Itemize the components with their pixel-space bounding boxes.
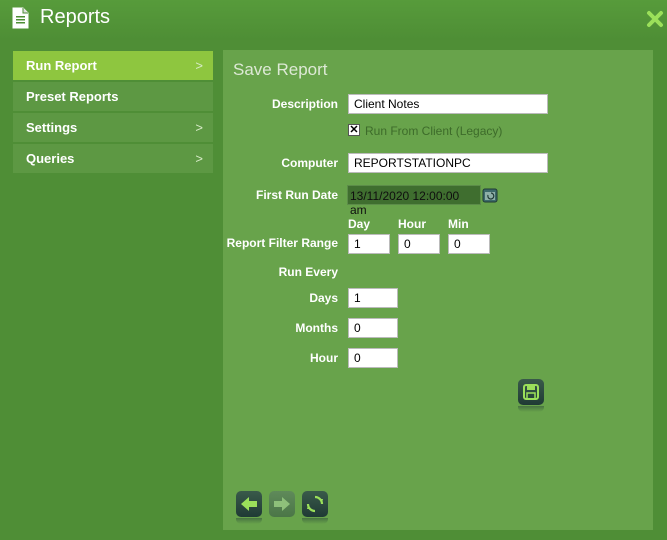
run-every-hour-label: Hour <box>310 351 338 365</box>
document-icon <box>12 7 29 29</box>
run-every-label: Run Every <box>278 265 338 279</box>
description-label: Description <box>271 97 338 111</box>
save-report-panel: Save Report Description Client Notes ✕ R… <box>223 50 653 530</box>
sidebar-item-label: Settings <box>26 120 78 135</box>
run-every-hour-input[interactable]: 0 <box>348 348 398 368</box>
description-input[interactable]: Client Notes <box>348 94 548 114</box>
computer-label: Computer <box>281 156 338 170</box>
close-icon[interactable] <box>646 10 664 28</box>
computer-input[interactable]: REPORTSTATIONPC <box>348 153 548 173</box>
months-label: Months <box>295 321 338 335</box>
refresh-button-reflection <box>302 518 328 524</box>
sidebar-item-label: Preset Reports <box>26 89 119 104</box>
sidebar-item-run-report[interactable]: Run Report > <box>13 51 213 80</box>
sidebar-item-preset-reports[interactable]: Preset Reports <box>13 82 213 111</box>
run-from-client-checkbox[interactable]: ✕ <box>348 124 360 136</box>
refresh-icon <box>306 495 324 513</box>
run-every-months-input[interactable]: 0 <box>348 318 398 338</box>
back-button[interactable] <box>236 491 262 517</box>
save-button[interactable] <box>518 379 544 405</box>
refresh-button[interactable] <box>302 491 328 517</box>
first-run-date-input[interactable]: 13/11/2020 12:00:00 am <box>347 185 481 217</box>
forward-button[interactable] <box>269 491 295 517</box>
sidebar-item-queries[interactable]: Queries > <box>13 144 213 173</box>
back-arrow-icon <box>241 497 257 511</box>
calendar-icon[interactable] <box>482 187 498 203</box>
save-icon <box>523 384 539 400</box>
title-bar: Reports <box>0 0 667 40</box>
back-button-reflection <box>236 518 262 524</box>
sidebar: Run Report > Preset Reports Settings > Q… <box>13 51 213 175</box>
min-label: Min <box>448 217 469 231</box>
forward-arrow-icon <box>274 497 290 511</box>
run-from-client-label: Run From Client (Legacy) <box>365 124 503 138</box>
filter-day-input[interactable]: 1 <box>348 234 390 254</box>
chevron-right-icon: > <box>195 120 203 135</box>
day-label: Day <box>348 217 371 231</box>
save-button-reflection <box>518 406 544 412</box>
report-filter-range-label: Report Filter Range <box>226 236 338 250</box>
run-every-days-input[interactable]: 1 <box>348 288 398 308</box>
filter-min-input[interactable]: 0 <box>448 234 490 254</box>
first-run-date-label: First Run Date <box>255 188 338 202</box>
sidebar-item-label: Queries <box>26 151 75 166</box>
days-label: Days <box>309 291 338 305</box>
sidebar-item-label: Run Report <box>26 58 97 73</box>
filter-hour-input[interactable]: 0 <box>398 234 440 254</box>
chevron-right-icon: > <box>195 151 203 166</box>
sidebar-item-settings[interactable]: Settings > <box>13 113 213 142</box>
panel-title: Save Report <box>233 60 328 79</box>
chevron-right-icon: > <box>195 58 203 73</box>
hour-label: Hour <box>398 217 426 231</box>
window-title: Reports <box>40 6 111 28</box>
